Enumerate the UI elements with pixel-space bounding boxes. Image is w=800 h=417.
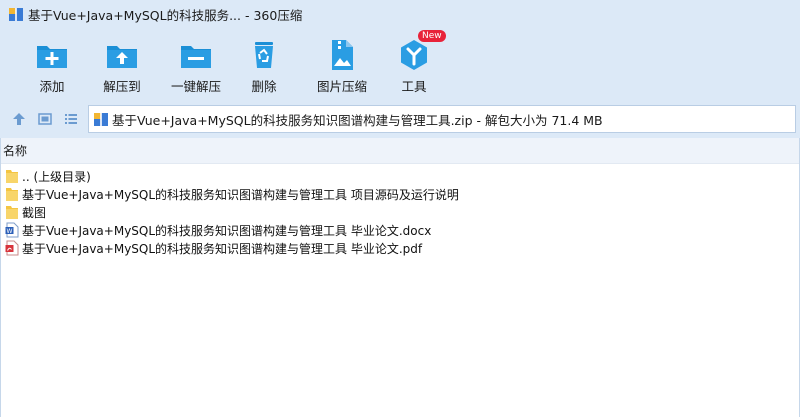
recycle-delete-icon — [255, 42, 273, 68]
window-title: 基于Vue+Java+MySQL的科技服务... - 360压缩 — [28, 7, 303, 23]
up-level-button[interactable] — [6, 107, 32, 131]
list-item-name: 基于Vue+Java+MySQL的科技服务知识图谱构建与管理工具 项目源码及运行… — [22, 187, 459, 202]
folder-icon — [6, 188, 18, 201]
add-label: 添加 — [39, 79, 65, 94]
arrow-up-icon — [13, 113, 25, 125]
folder-icon — [6, 170, 18, 183]
svg-text:W: W — [7, 228, 13, 235]
add-button[interactable]: 添加 — [13, 28, 91, 100]
main-toolbar: 添加 解压到 一键解压 删除 图片压缩 New 工具 — [0, 28, 800, 100]
add-icon — [37, 46, 67, 68]
archive-path-field[interactable]: 基于Vue+Java+MySQL的科技服务知识图谱构建与管理工具.zip - 解… — [88, 105, 796, 133]
title-bar: 基于Vue+Java+MySQL的科技服务... - 360压缩 — [0, 0, 800, 28]
delete-button[interactable]: 删除 — [225, 28, 303, 100]
column-header-name-label: 名称 — [3, 144, 28, 158]
folder-icon — [6, 206, 18, 219]
image-compress-icon — [332, 40, 353, 70]
list-item-name: .. (上级目录) — [22, 169, 91, 184]
list-item[interactable]: 基于Vue+Java+MySQL的科技服务知识图谱构建与管理工具 项目源码及运行… — [1, 185, 799, 203]
tools-label: 工具 — [401, 79, 427, 94]
tools-button[interactable]: New 工具 — [375, 28, 453, 100]
archive-path-text: 基于Vue+Java+MySQL的科技服务知识图谱构建与管理工具.zip - 解… — [112, 112, 603, 128]
extract-to-label: 解压到 — [103, 79, 141, 94]
list-item[interactable]: W 基于Vue+Java+MySQL的科技服务知识图谱构建与管理工具 毕业论文.… — [1, 221, 799, 239]
zip-archive-icon — [94, 113, 108, 126]
new-badge: New — [418, 30, 446, 42]
list-item[interactable]: 截图 — [1, 203, 799, 221]
list-item-name: 截图 — [22, 205, 47, 220]
list-item[interactable]: 基于Vue+Java+MySQL的科技服务知识图谱构建与管理工具 毕业论文.pd… — [1, 239, 799, 257]
list-view-icon — [65, 114, 77, 124]
file-list: 名称 .. (上级目录) 基于Vue+Java+MySQL的科技服务知识图谱构建… — [0, 138, 800, 417]
one-key-extract-icon — [181, 46, 211, 68]
pdf-document-icon — [5, 240, 19, 256]
word-document-icon: W — [5, 222, 19, 238]
column-header-name[interactable]: 名称 — [1, 138, 799, 164]
extract-to-icon — [107, 46, 137, 68]
image-compress-label: 图片压缩 — [316, 79, 367, 94]
tools-icon — [401, 40, 427, 70]
one-key-extract-label: 一键解压 — [170, 79, 221, 94]
extract-to-button[interactable]: 解压到 — [83, 28, 161, 100]
list-item-parent-dir[interactable]: .. (上级目录) — [1, 167, 799, 185]
thumbnail-view-button[interactable] — [32, 107, 58, 131]
list-view-button[interactable] — [58, 107, 84, 131]
thumbnail-view-icon — [38, 113, 52, 125]
list-item-name: 基于Vue+Java+MySQL的科技服务知识图谱构建与管理工具 毕业论文.pd… — [22, 241, 423, 256]
delete-label: 删除 — [251, 79, 277, 94]
one-key-extract-button[interactable]: 一键解压 — [157, 28, 235, 100]
image-compress-button[interactable]: 图片压缩 — [303, 28, 381, 100]
app-logo-icon — [9, 8, 23, 21]
list-item-name: 基于Vue+Java+MySQL的科技服务知识图谱构建与管理工具 毕业论文.do… — [22, 223, 432, 238]
address-bar: 基于Vue+Java+MySQL的科技服务知识图谱构建与管理工具.zip - 解… — [0, 100, 800, 138]
